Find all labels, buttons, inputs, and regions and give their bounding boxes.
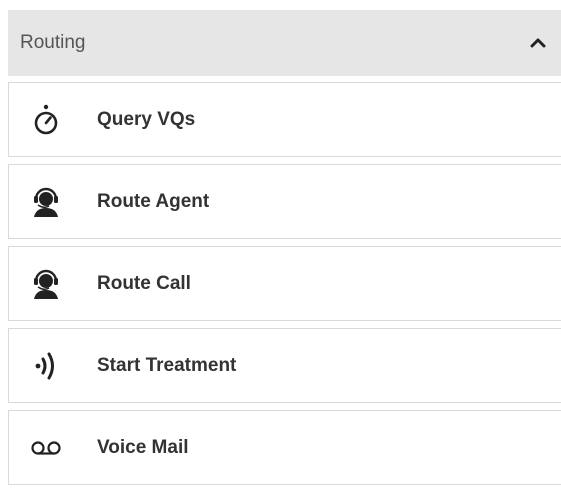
chevron-up-icon[interactable]: [529, 34, 547, 52]
block-query-vqs[interactable]: Query VQs: [8, 82, 561, 157]
block-voice-mail[interactable]: Voice Mail: [8, 410, 561, 485]
block-label: Route Call: [97, 272, 191, 294]
routing-section-header[interactable]: Routing: [8, 10, 561, 76]
block-start-treatment[interactable]: Start Treatment: [8, 328, 561, 403]
agent-headset-icon: [29, 267, 63, 301]
block-label: Voice Mail: [97, 436, 189, 458]
section-title: Routing: [20, 32, 86, 53]
block-label: Start Treatment: [97, 354, 237, 376]
block-route-agent[interactable]: Route Agent: [8, 164, 561, 239]
block-label: Route Agent: [97, 190, 210, 212]
routing-block-list: Query VQs Route Agent Route Call Start T…: [8, 82, 561, 485]
block-label: Query VQs: [97, 108, 196, 130]
audio-waves-icon: [29, 349, 63, 383]
block-route-call[interactable]: Route Call: [8, 246, 561, 321]
agent-headset-icon: [29, 185, 63, 219]
stopwatch-icon: [29, 103, 63, 137]
voicemail-icon: [29, 431, 63, 465]
routing-panel: Routing Query VQs Route Agent Route Call…: [8, 10, 561, 492]
